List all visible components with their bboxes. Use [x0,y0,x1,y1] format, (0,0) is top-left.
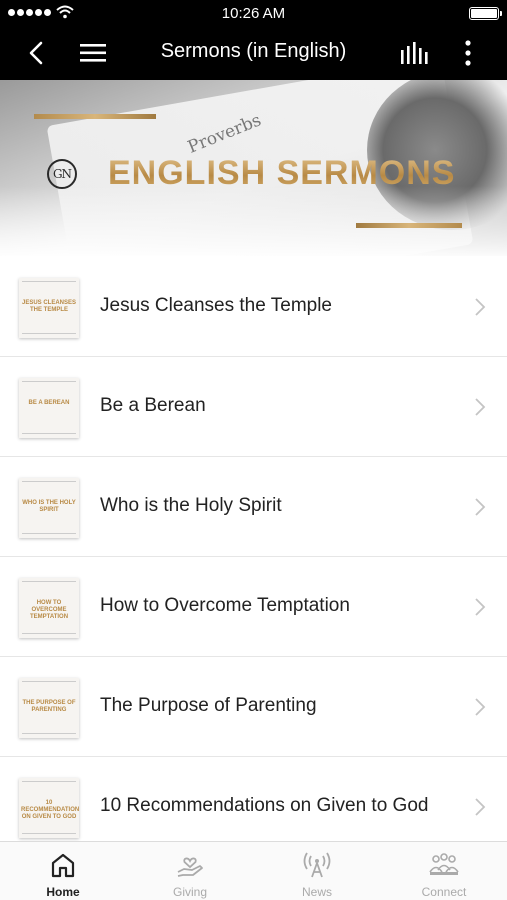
page-title: Sermons (in English) [160,40,347,62]
chevron-right-icon [475,798,486,816]
chevron-right-icon [475,698,486,716]
back-chevron-icon[interactable] [22,39,52,67]
chevron-right-icon [475,398,486,416]
tab-label: Connect [421,885,467,899]
tab-home[interactable]: Home [0,842,126,900]
tab-bar: Home Giving News Connect [0,841,507,900]
sermon-thumbnail: JESUS CLEANSES THE TEMPLE [19,278,79,338]
tab-label: Giving [172,885,207,899]
sermon-title: 10 Recommendations on Given to God [100,795,429,816]
giving-hand-heart-icon [177,857,203,877]
sermon-title: The Purpose of Parenting [100,695,317,716]
sermon-thumbnail: THE PURPOSE OF PARENTING [19,678,79,738]
sermon-title: How to Overcome Temptation [100,595,350,616]
home-icon [51,853,75,878]
people-group-icon [429,853,459,875]
chevron-right-icon [475,598,486,616]
tab-label: Home [46,885,80,899]
chevron-right-icon [475,498,486,516]
list-item[interactable]: WHO IS THE HOLY SPIRIT Who is the Holy S… [0,457,507,557]
gold-accent-line [356,223,462,228]
tab-news[interactable]: News [254,842,380,900]
list-item[interactable]: HOW TO OVERCOME TEMPTATION How to Overco… [0,557,507,657]
navigation-bar: Sermons (in English) [0,26,507,80]
tab-connect[interactable]: Connect [381,842,507,900]
list-item[interactable]: JESUS CLEANSES THE TEMPLE Jesus Cleanses… [0,257,507,357]
hamburger-menu-icon[interactable] [78,40,108,66]
status-time: 10:26 AM [221,5,286,22]
sermon-thumbnail: BE A BEREAN [19,378,79,438]
sermons-banner: Proverbs GN ENGLISH SERMONS [0,80,507,256]
vertical-dots-icon[interactable] [458,38,478,68]
broadcast-tower-icon [303,852,331,878]
sermon-thumbnail: HOW TO OVERCOME TEMPTATION [19,578,79,638]
status-bar: 10:26 AM [0,0,507,26]
battery-icon [469,7,502,20]
gn-logo: GN [47,159,77,189]
tab-label: News [301,885,332,899]
list-item[interactable]: THE PURPOSE OF PARENTING The Purpose of … [0,657,507,757]
audio-bars-icon[interactable] [398,40,430,66]
sermon-thumbnail: 10 RECOMMENDATIONS ON GIVEN TO GOD [19,778,79,838]
sermon-title: Be a Berean [100,395,206,416]
banner-heading: ENGLISH SERMONS [108,154,456,192]
sermon-title: Who is the Holy Spirit [100,495,282,516]
tab-giving[interactable]: Giving [127,842,253,900]
sermon-title: Jesus Cleanses the Temple [100,295,332,316]
list-item[interactable]: BE A BEREAN Be a Berean [0,357,507,457]
chevron-right-icon [475,298,486,316]
gold-accent-line [34,114,156,119]
sermon-thumbnail: WHO IS THE HOLY SPIRIT [19,478,79,538]
